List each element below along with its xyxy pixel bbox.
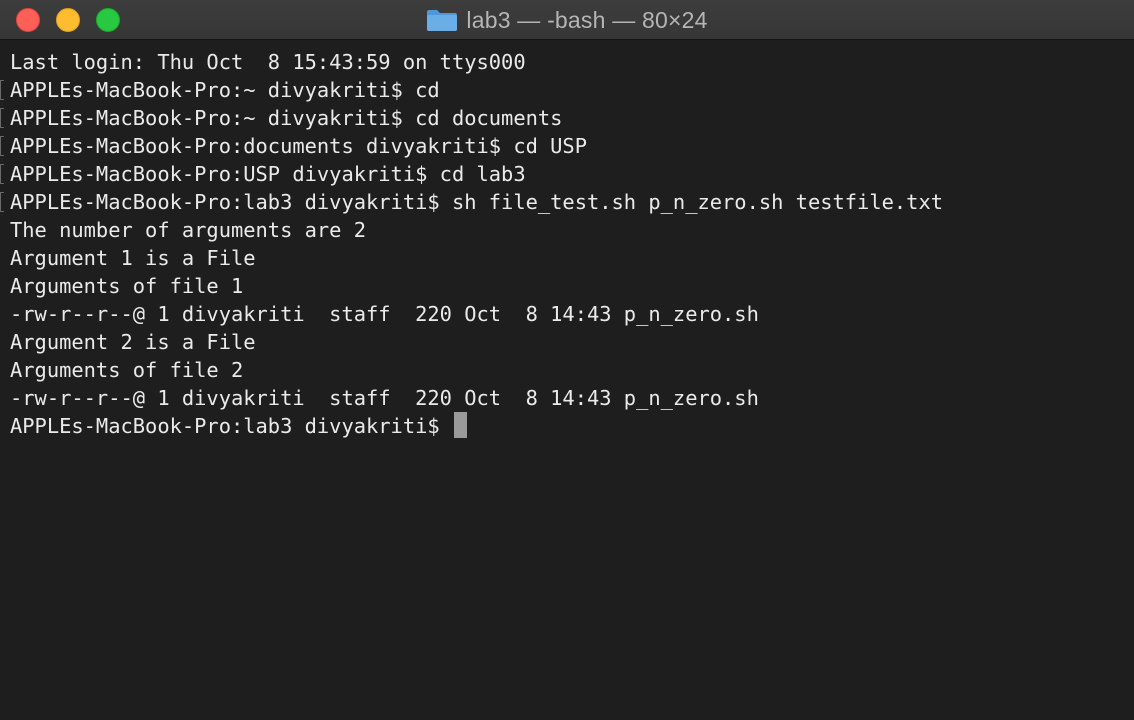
minimize-button[interactable] [56, 8, 80, 32]
terminal-line: Argument 1 is a File [10, 246, 256, 270]
terminal-prompt: APPLEs-MacBook-Pro:lab3 divyakriti$ [10, 414, 452, 438]
window-title-group: lab3 — -bash — 80×24 [0, 0, 1134, 40]
terminal-line: Last login: Thu Oct 8 15:43:59 on ttys00… [10, 50, 526, 74]
close-button[interactable] [16, 8, 40, 32]
folder-icon [426, 8, 458, 32]
mark-bracket [0, 80, 4, 100]
terminal-prompt-line[interactable]: APPLEs-MacBook-Pro:lab3 divyakriti$ [10, 412, 1134, 440]
terminal-line: APPLEs-MacBook-Pro:lab3 divyakriti$ sh f… [10, 190, 943, 214]
terminal-line: APPLEs-MacBook-Pro:USP divyakriti$ cd la… [10, 162, 526, 186]
terminal-line: The number of arguments are 2 [10, 218, 367, 242]
title-bar[interactable]: lab3 — -bash — 80×24 [0, 0, 1134, 40]
terminal-window: lab3 — -bash — 80×24 Last login: Thu Oct… [0, 0, 1134, 720]
terminal-line: Arguments of file 2 [10, 358, 244, 382]
terminal-line: -rw-r--r--@ 1 divyakriti staff 220 Oct 8… [10, 302, 759, 326]
terminal-line: APPLEs-MacBook-Pro:~ divyakriti$ cd docu… [10, 106, 563, 130]
window-title: lab3 — -bash — 80×24 [466, 6, 708, 33]
terminal-line: APPLEs-MacBook-Pro:documents divyakriti$… [10, 134, 587, 158]
terminal-line: -rw-r--r--@ 1 divyakriti staff 220 Oct 8… [10, 386, 759, 410]
terminal-line: Argument 2 is a File [10, 330, 256, 354]
mark-bracket [0, 164, 4, 184]
mark-bracket [0, 192, 4, 212]
mark-bracket [0, 136, 4, 156]
terminal-content[interactable]: Last login: Thu Oct 8 15:43:59 on ttys00… [0, 40, 1134, 720]
terminal-line: Arguments of file 1 [10, 274, 244, 298]
terminal-cursor [453, 412, 467, 438]
mark-bracket [0, 108, 4, 128]
zoom-button[interactable] [96, 8, 120, 32]
terminal-line: APPLEs-MacBook-Pro:~ divyakriti$ cd [10, 78, 440, 102]
